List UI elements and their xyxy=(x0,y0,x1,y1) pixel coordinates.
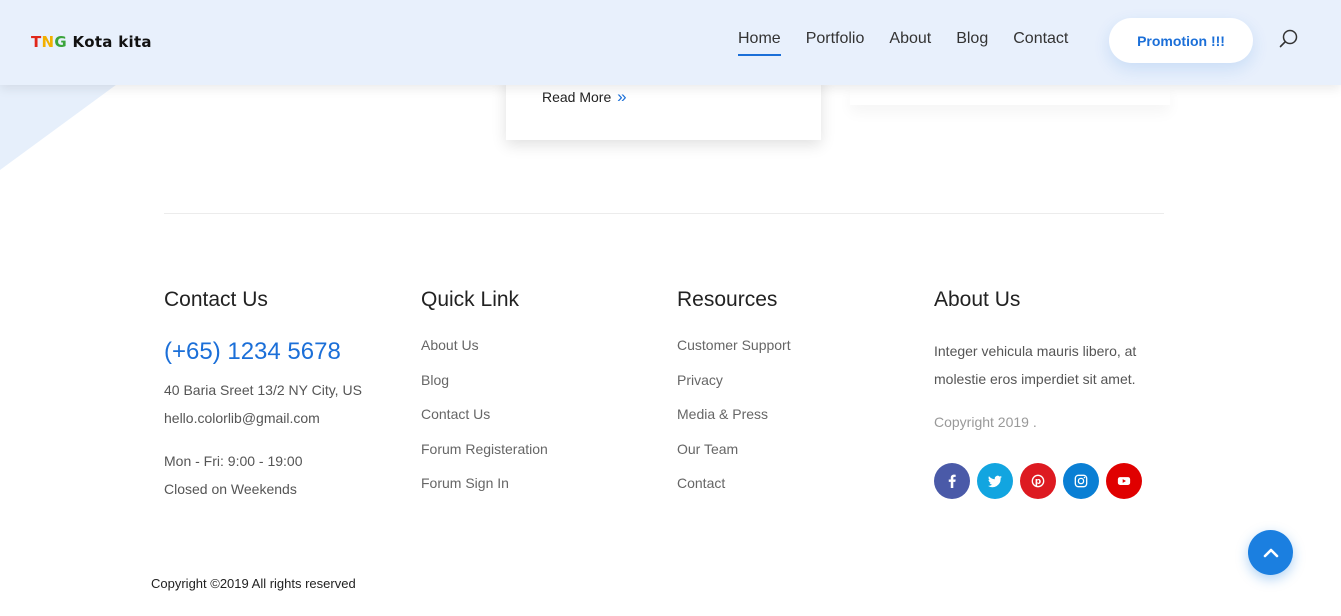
instagram-icon[interactable] xyxy=(1063,463,1099,499)
email-text[interactable]: hello.colorlib@gmail.com xyxy=(164,410,320,426)
youtube-icon[interactable] xyxy=(1106,463,1142,499)
twitter-icon[interactable] xyxy=(977,463,1013,499)
logo-text: Kota kita xyxy=(67,33,152,51)
footer-about-column: About Us Integer vehicula mauris libero,… xyxy=(934,288,1142,499)
site-logo[interactable]: TNG Kota kita xyxy=(31,33,152,51)
quick-link-forum-sign-in[interactable]: Forum Sign In xyxy=(421,475,509,491)
resource-media-press[interactable]: Media & Press xyxy=(677,406,768,422)
card-shadow xyxy=(850,85,1170,105)
nav-about[interactable]: About xyxy=(889,30,931,54)
footer-quick-link-column: Quick Link About Us Blog Contact Us Foru… xyxy=(421,288,548,491)
about-heading: About Us xyxy=(934,288,1021,311)
phone-number[interactable]: (+65) 1234 5678 xyxy=(164,338,341,366)
contact-heading: Contact Us xyxy=(164,288,268,311)
about-copyright: Copyright 2019 . xyxy=(934,414,1037,430)
main-nav: Home Portfolio About Blog Contact xyxy=(738,30,1068,56)
resource-contact[interactable]: Contact xyxy=(677,475,725,491)
footer-copyright: Copyright ©2019 All rights reserved xyxy=(151,576,356,591)
nav-home[interactable]: Home xyxy=(738,30,781,56)
nav-portfolio[interactable]: Portfolio xyxy=(806,30,865,54)
quick-link-blog[interactable]: Blog xyxy=(421,372,449,388)
quick-link-heading: Quick Link xyxy=(421,288,520,311)
site-header: TNG Kota kita Home Portfolio About Blog … xyxy=(0,0,1341,85)
resource-our-team[interactable]: Our Team xyxy=(677,441,738,457)
footer-resources-column: Resources Customer Support Privacy Media… xyxy=(677,288,791,491)
quick-link-forum-registration[interactable]: Forum Registeration xyxy=(421,441,548,457)
nav-contact[interactable]: Contact xyxy=(1013,30,1068,54)
search-icon[interactable] xyxy=(1279,29,1299,49)
social-links: p xyxy=(934,463,1142,499)
hours-text: Mon - Fri: 9:00 - 19:00 xyxy=(164,453,303,469)
nav-blog[interactable]: Blog xyxy=(956,30,988,54)
logo-letter-t: T xyxy=(31,33,42,51)
resource-privacy[interactable]: Privacy xyxy=(677,372,723,388)
logo-letter-n: N xyxy=(41,33,55,51)
footer-contact-column: Contact Us (+65) 1234 5678 40 Baria Sree… xyxy=(164,288,362,497)
logo-letter-g: G xyxy=(54,33,68,51)
promotion-button[interactable]: Promotion !!! xyxy=(1109,18,1253,63)
about-description: Integer vehicula mauris libero, at moles… xyxy=(934,343,1137,387)
footer-divider xyxy=(164,213,1164,214)
resource-customer-support[interactable]: Customer Support xyxy=(677,337,791,353)
facebook-icon[interactable] xyxy=(934,463,970,499)
double-chevron-right-icon: » xyxy=(617,87,627,106)
svg-text:p: p xyxy=(1035,477,1041,487)
chevron-up-icon xyxy=(1263,548,1278,557)
address-text: 40 Baria Sreet 13/2 NY City, US xyxy=(164,382,362,398)
quick-link-contact-us[interactable]: Contact Us xyxy=(421,406,490,422)
read-more-link[interactable]: Read More » xyxy=(542,87,627,107)
pinterest-icon[interactable]: p xyxy=(1020,463,1056,499)
quick-link-about-us[interactable]: About Us xyxy=(421,337,479,353)
read-more-label: Read More xyxy=(542,89,612,105)
scroll-to-top-button[interactable] xyxy=(1248,530,1293,575)
closed-text: Closed on Weekends xyxy=(164,481,297,497)
resources-heading: Resources xyxy=(677,288,778,311)
